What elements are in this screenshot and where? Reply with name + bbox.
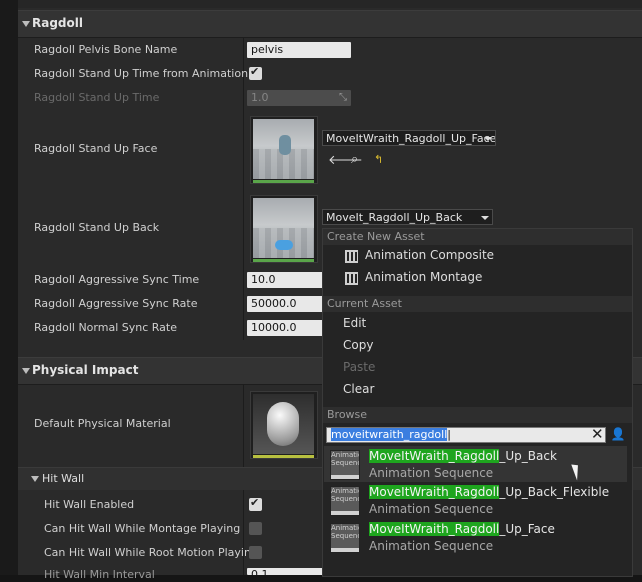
checkmark-icon: ✔ xyxy=(250,496,260,509)
category-title: Hit Wall xyxy=(42,472,85,485)
standup-time-label: Ragdoll Stand Up Time xyxy=(34,91,160,104)
result-match: MoveItWraith_Ragdoll xyxy=(369,449,500,463)
material-sphere-icon xyxy=(267,402,299,446)
aggr-sync-time-input[interactable]: 10.0 xyxy=(247,272,325,288)
standup-from-anim-checkbox[interactable]: ✔ xyxy=(249,65,262,80)
normal-sync-rate-input[interactable]: 10000.0 xyxy=(247,320,325,336)
standup-face-label: Ragdoll Stand Up Face xyxy=(34,142,158,155)
menu-item-animation-composite[interactable]: Animation Composite xyxy=(365,248,494,262)
standup-back-thumbnail[interactable] xyxy=(250,195,318,263)
result-match: MoveItWraith_Ragdoll xyxy=(369,485,500,499)
aggr-sync-rate-label: Ragdoll Aggressive Sync Rate xyxy=(34,297,198,310)
browse-header: Browse xyxy=(323,407,632,423)
menu-item-copy[interactable]: Copy xyxy=(343,338,373,352)
reset-yellow-icon[interactable]: ↰ xyxy=(374,153,383,166)
thumbnail-image xyxy=(253,119,314,179)
standup-from-anim-label: Ragdoll Stand Up Time from Animation xyxy=(34,67,249,80)
standup-face-thumbnail[interactable] xyxy=(250,116,318,184)
asset-search-input[interactable]: moveitwraith_ragdoll| xyxy=(326,427,606,443)
result-type: Animation Sequence xyxy=(369,539,494,553)
hit-wall-min-input[interactable]: 0.1 xyxy=(247,568,325,581)
list-item[interactable]: Animation Sequence MoveItWraith_Ragdoll_… xyxy=(324,519,627,555)
hit-wall-enabled-label: Hit Wall Enabled xyxy=(44,498,135,511)
menu-item-edit[interactable]: Edit xyxy=(343,316,366,330)
pelvis-label: Ragdoll Pelvis Bone Name xyxy=(34,43,178,56)
result-title: MoveItWraith_Ragdoll_Up_Back_Flexible xyxy=(369,485,609,499)
standup-face-value: MoveItWraith_Ragdoll_Up_Face xyxy=(326,132,496,145)
standup-time-value: 1.0 xyxy=(251,91,269,104)
expand-arrow-icon xyxy=(22,368,30,374)
left-gutter xyxy=(0,0,18,575)
icon-caption: Animation Sequence xyxy=(331,451,359,467)
thumbnail-bar xyxy=(253,180,314,183)
result-rest: _Up_Back_Flexible xyxy=(499,485,610,499)
text-cursor: | xyxy=(447,428,451,441)
chevron-down-icon xyxy=(481,216,489,220)
standup-back-value: MoveIt_Ragdoll_Up_Back xyxy=(326,211,463,224)
icon-strip xyxy=(331,548,359,552)
standup-back-combo[interactable]: MoveIt_Ragdoll_Up_Back xyxy=(322,209,493,225)
checkmark-icon: ✔ xyxy=(250,65,260,78)
result-type: Animation Sequence xyxy=(369,502,494,516)
icon-strip xyxy=(331,511,359,515)
result-title: MoveItWraith_Ragdoll_Up_Face xyxy=(369,522,555,536)
category-title: Ragdoll xyxy=(32,16,83,30)
character-icon xyxy=(279,135,291,155)
icon-caption: Animation Sequence xyxy=(331,487,359,503)
result-match: MoveItWraith_Ragdoll xyxy=(369,522,500,536)
menu-item-paste: Paste xyxy=(343,360,376,374)
result-title: MoveItWraith_Ragdoll_Up_Back xyxy=(369,449,557,463)
anim-composite-icon xyxy=(345,250,358,263)
pelvis-input[interactable]: pelvis xyxy=(247,42,351,58)
anim-montage-icon xyxy=(345,272,358,285)
result-type: Animation Sequence xyxy=(369,466,494,480)
category-ragdoll[interactable]: Ragdoll xyxy=(18,10,642,38)
phys-material-thumbnail[interactable] xyxy=(250,391,318,459)
category-title: Physical Impact xyxy=(32,363,139,377)
aggr-sync-time-label: Ragdoll Aggressive Sync Time xyxy=(34,273,200,286)
column-splitter[interactable] xyxy=(243,38,244,340)
list-item[interactable]: Animation Sequence MoveItWraith_Ragdoll_… xyxy=(324,446,627,482)
icon-caption: Animation Sequence xyxy=(331,524,359,540)
menu-item-animation-montage[interactable]: Animation Montage xyxy=(365,270,482,284)
hit-wall-montage-checkbox[interactable] xyxy=(249,522,262,535)
result-rest: _Up_Face xyxy=(499,522,555,536)
hit-wall-montage-label: Can Hit Wall While Montage Playing xyxy=(44,522,241,535)
animation-sequence-icon: Animation Sequence xyxy=(330,523,360,553)
standup-time-input: 1.0 ⤡ xyxy=(247,90,351,106)
phys-material-label: Default Physical Material xyxy=(34,417,171,430)
character-icon xyxy=(275,240,293,250)
normal-sync-rate-label: Ragdoll Normal Sync Rate xyxy=(34,321,177,334)
create-new-asset-header: Create New Asset xyxy=(323,229,632,245)
animation-sequence-icon: Animation Sequence xyxy=(330,486,360,516)
icon-strip xyxy=(331,475,359,479)
list-item[interactable]: Animation Sequence MoveItWraith_Ragdoll_… xyxy=(324,482,627,518)
material-image xyxy=(253,394,314,454)
animation-sequence-icon: Animation Sequence xyxy=(330,450,360,480)
search-text: moveitwraith_ragdoll xyxy=(331,428,448,441)
current-asset-header: Current Asset xyxy=(323,296,632,312)
hit-wall-enabled-checkbox[interactable]: ✔ xyxy=(249,496,262,511)
prev-row xyxy=(18,0,642,8)
aggr-sync-rate-input[interactable]: 50000.0 xyxy=(247,296,325,312)
resize-icon: ⤡ xyxy=(339,92,347,103)
user-filter-icon[interactable]: 👤 xyxy=(610,427,626,443)
thumbnail-bar xyxy=(253,455,314,458)
thumbnail-image xyxy=(253,198,314,258)
standup-back-label: Ragdoll Stand Up Back xyxy=(34,221,160,234)
chevron-down-icon xyxy=(484,137,492,141)
browse-search-icon[interactable]: ⌕ xyxy=(351,152,358,167)
clear-search-icon[interactable]: ✕ xyxy=(591,425,604,443)
mouse-cursor-icon xyxy=(571,462,583,481)
thumbnail-bar xyxy=(253,259,314,262)
hit-wall-rootmotion-label: Can Hit Wall While Root Motion Playing xyxy=(44,546,258,559)
hit-wall-rootmotion-checkbox[interactable] xyxy=(249,546,262,559)
expand-arrow-icon xyxy=(31,476,39,482)
standup-face-combo[interactable]: MoveItWraith_Ragdoll_Up_Face xyxy=(322,130,496,146)
result-rest: _Up_Back xyxy=(499,449,557,463)
menu-item-clear[interactable]: Clear xyxy=(343,382,374,396)
expand-arrow-icon xyxy=(22,21,30,27)
asset-picker-menu: Create New Asset Animation Composite Ani… xyxy=(322,228,633,577)
